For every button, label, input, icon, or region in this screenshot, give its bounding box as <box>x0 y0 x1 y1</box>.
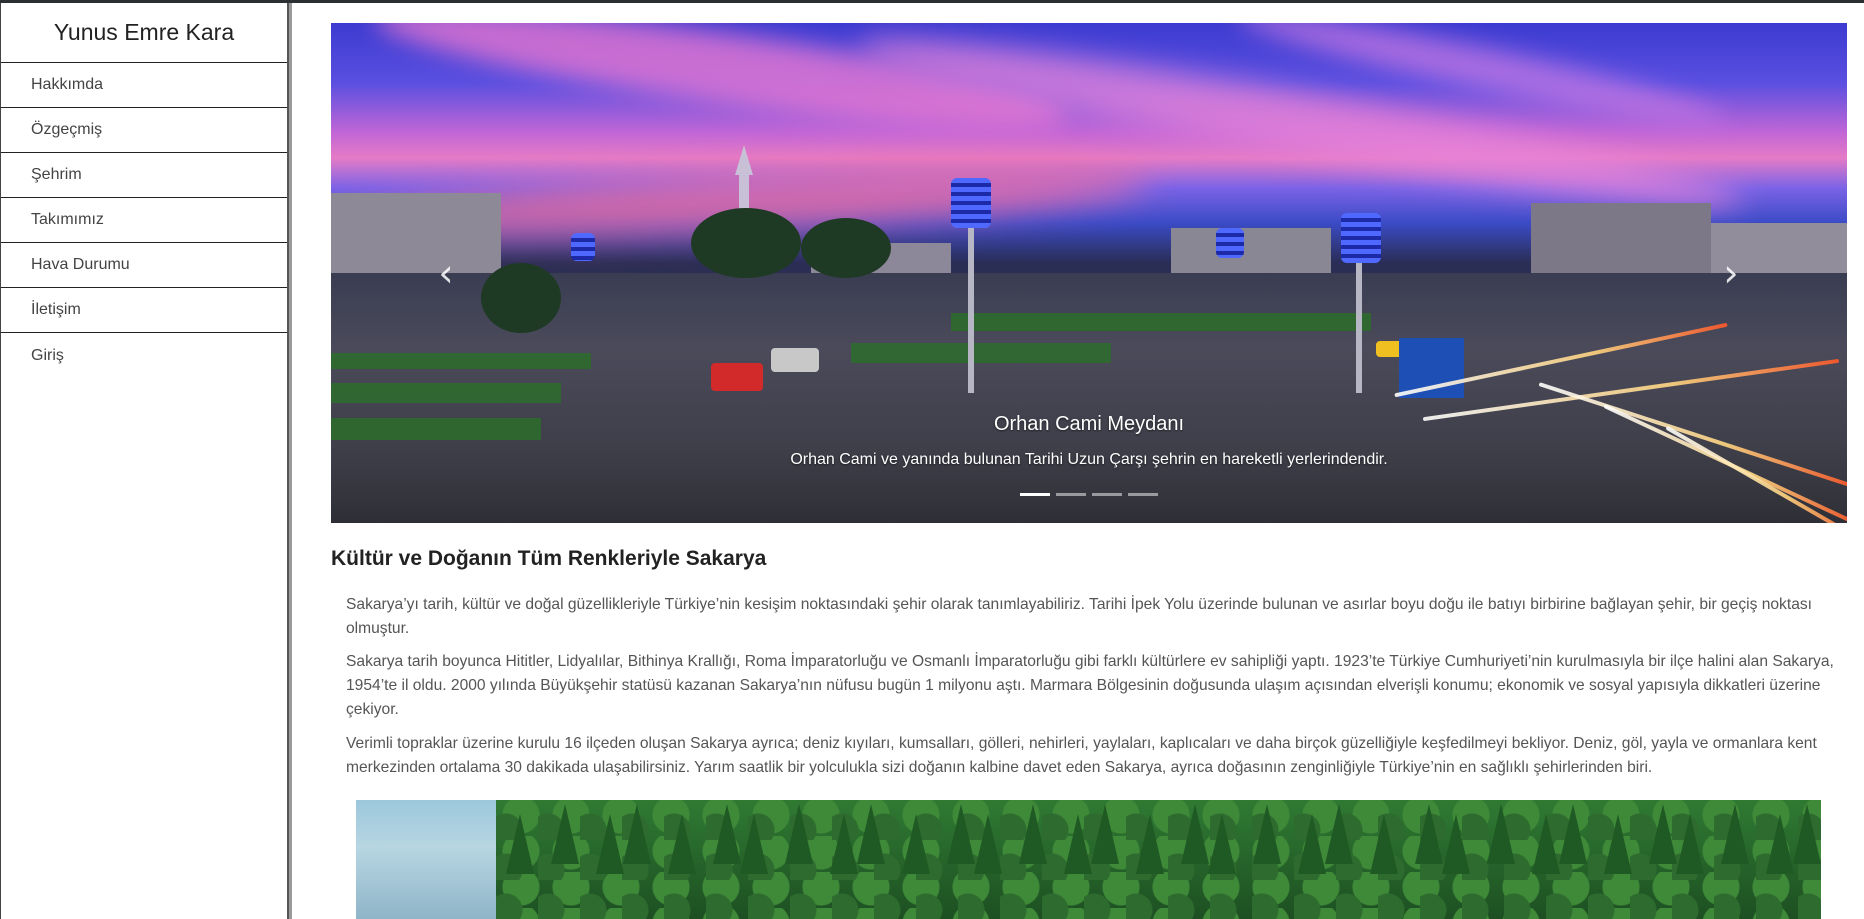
carousel-indicator[interactable] <box>1092 493 1122 496</box>
conifer-tree <box>668 814 696 874</box>
conifer-tree <box>1208 814 1236 874</box>
conifer-tree <box>1415 804 1443 864</box>
paragraph-culture: Sakarya tarih boyunca Hititler, Lidyalıl… <box>346 653 1834 718</box>
sky-cloud <box>369 23 1073 152</box>
carousel-indicator[interactable] <box>1056 493 1086 496</box>
conifer-tree <box>1019 804 1047 864</box>
street-lamp <box>571 233 595 261</box>
conifer-tree <box>785 804 813 864</box>
sidebar-item-takimimiz[interactable]: Takımımız <box>1 198 287 243</box>
conifer-tree <box>1253 804 1281 864</box>
street-lamp <box>1216 228 1244 258</box>
conifer-tree <box>1181 804 1209 864</box>
conifer-tree <box>857 804 885 864</box>
sidebar-item-hakkimda[interactable]: Hakkımda <box>1 63 287 108</box>
conifer-tree <box>1766 814 1794 874</box>
conifer-tree <box>1091 804 1119 864</box>
conifer-tree <box>1532 814 1560 874</box>
conifer-tree <box>623 804 651 864</box>
conifer-tree <box>1064 814 1092 874</box>
lamp-pole <box>968 203 974 393</box>
tree <box>801 218 891 278</box>
grass-patch <box>951 313 1371 331</box>
image-carousel[interactable]: ‹ › Orhan Cami Meydanı Orhan Cami ve yan… <box>331 23 1847 523</box>
carousel-prev-icon[interactable]: ‹ <box>426 248 466 298</box>
car <box>771 348 819 372</box>
site-brand[interactable]: Yunus Emre Kara <box>1 3 287 63</box>
car <box>711 363 763 391</box>
main-content: ‹ › Orhan Cami Meydanı Orhan Cami ve yan… <box>330 0 1850 919</box>
carousel-indicator[interactable] <box>1020 493 1050 496</box>
conifer-tree <box>1487 804 1515 864</box>
sidebar: Yunus Emre Kara Hakkımda Özgeçmiş Şehrim… <box>0 3 292 919</box>
sidebar-item-sehrim[interactable]: Şehrim <box>1 153 287 198</box>
street-lamp <box>1341 213 1381 263</box>
conifer-tree <box>740 814 768 874</box>
conifer-tree <box>1370 814 1398 874</box>
conifer-tree <box>713 804 741 864</box>
grass-patch <box>331 353 591 369</box>
conifer-tree <box>1136 814 1164 874</box>
street-lamp <box>951 178 991 228</box>
section-heading: Kültür ve Doğanın Tüm Renkleriyle Sakary… <box>331 547 767 570</box>
conifer-tree <box>902 814 930 874</box>
tree <box>691 208 801 278</box>
conifer-tree <box>1559 804 1587 864</box>
carousel-next-icon[interactable]: › <box>1711 248 1751 298</box>
conifer-tree <box>506 814 534 874</box>
conifer-tree <box>830 814 858 874</box>
conifer-tree <box>1298 814 1326 874</box>
carousel-indicators <box>331 493 1847 496</box>
paragraph-nature: Verimli topraklar üzerine kurulu 16 ilçe… <box>346 735 1817 776</box>
conifer-tree <box>1721 804 1749 864</box>
conifer-tree <box>1442 814 1470 874</box>
conifer-tree <box>596 814 624 874</box>
paragraph-history: Sakarya’yı tarih, kültür ve doğal güzell… <box>346 596 1812 637</box>
grass-patch <box>851 343 1111 363</box>
sidebar-item-giris[interactable]: Giriş <box>1 333 287 378</box>
conifer-tree <box>1649 804 1677 864</box>
conifer-tree <box>1604 814 1632 874</box>
conifer-tree <box>947 804 975 864</box>
sidebar-item-ozgecmis[interactable]: Özgeçmiş <box>1 108 287 153</box>
conifer-tree <box>974 814 1002 874</box>
conifer-tree <box>1793 804 1821 864</box>
sidebar-item-iletisim[interactable]: İletişim <box>1 288 287 333</box>
carousel-indicator[interactable] <box>1128 493 1158 496</box>
conifer-tree <box>1325 804 1353 864</box>
conifer-tree <box>551 804 579 864</box>
carousel-caption-title: Orhan Cami Meydanı <box>993 413 1185 435</box>
sidebar-item-hava-durumu[interactable]: Hava Durumu <box>1 243 287 288</box>
conifer-tree <box>1676 814 1704 874</box>
grass-patch <box>331 383 561 403</box>
tree <box>481 263 561 333</box>
forest-image <box>356 800 1821 919</box>
carousel-caption-text: Orhan Cami ve yanında bulunan Tarihi Uzu… <box>790 451 1388 468</box>
